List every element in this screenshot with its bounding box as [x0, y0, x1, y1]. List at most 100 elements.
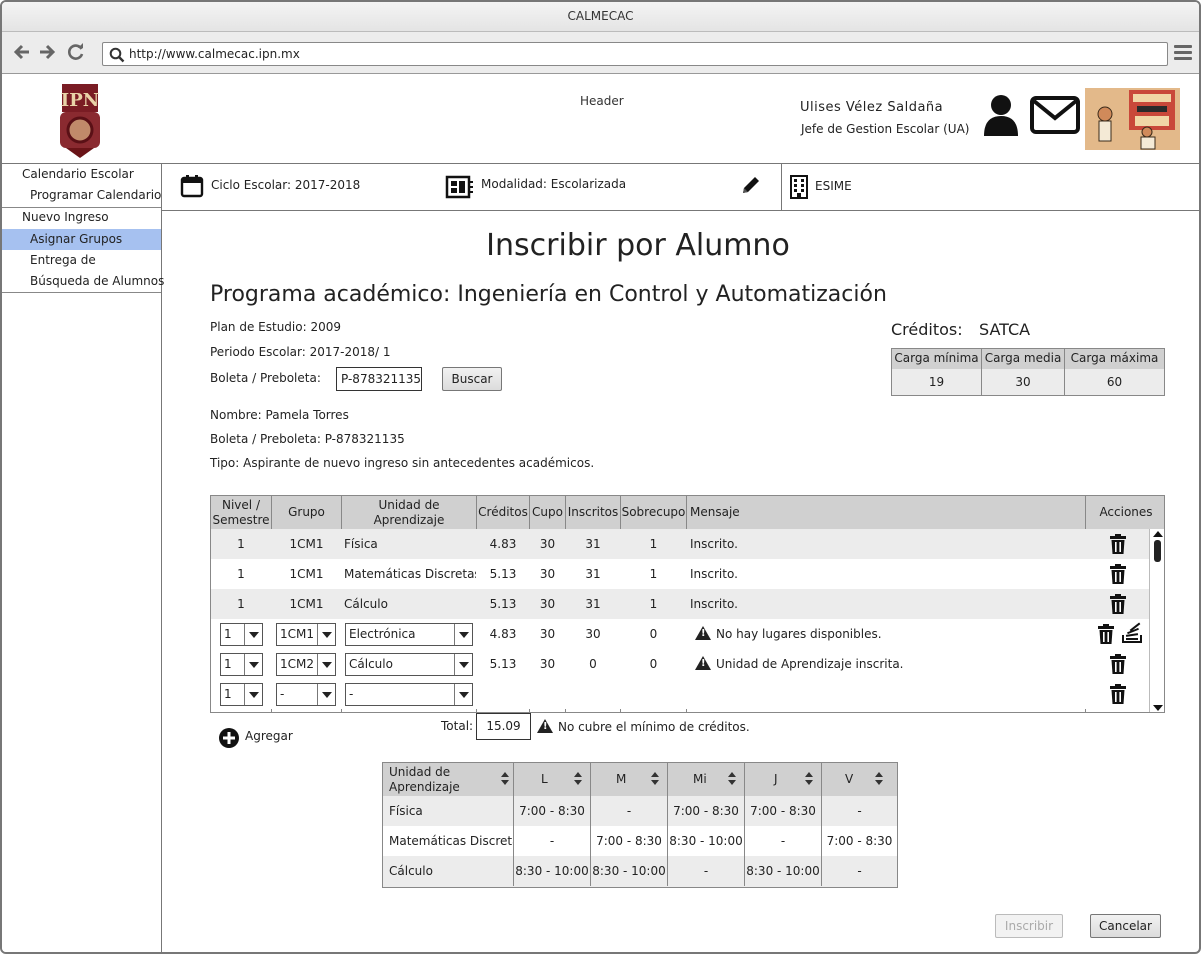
schedule-header-l[interactable]: L: [514, 763, 591, 796]
inscripcion-table: Nivel / Semestre Grupo Unidad de Aprendi…: [210, 495, 1165, 713]
hamburger-menu-icon[interactable]: [1174, 45, 1192, 61]
boleta-input[interactable]: P-878321135: [336, 367, 422, 391]
sort-icon[interactable]: [728, 772, 737, 786]
modalidad: Modalidad: Escolarizada: [481, 177, 627, 191]
trash-icon[interactable]: [1097, 624, 1115, 644]
schedule-row: Cálculo 8:30 - 10:00 8:30 - 10:00 - 8:30…: [383, 856, 897, 887]
scrollbar-thumb[interactable]: [1154, 540, 1161, 562]
mail-icon[interactable]: [1030, 96, 1080, 134]
trash-icon[interactable]: [1109, 654, 1127, 674]
url-bar[interactable]: http://www.calmecac.ipn.mx: [102, 42, 1168, 66]
page-title: Inscribir por Alumno: [486, 228, 790, 263]
scroll-down-arrow-icon[interactable]: [1153, 705, 1163, 711]
schedule-header-j[interactable]: J: [745, 763, 822, 796]
unidad-select[interactable]: Cálculo: [345, 653, 473, 676]
grupo-select[interactable]: -: [276, 683, 336, 706]
column-header-sobrecupo[interactable]: Sobrecupo: [621, 496, 687, 529]
total-warning-text: No cubre el mínimo de créditos.: [558, 720, 750, 734]
calendar-icon: [180, 175, 204, 198]
column-header-nivel[interactable]: Nivel / Semestre: [211, 496, 272, 529]
creditos-sistema: SATCA: [979, 320, 1031, 339]
table-scrollbar[interactable]: [1149, 529, 1164, 712]
add-circle-icon[interactable]: [218, 727, 240, 749]
sort-icon[interactable]: [875, 772, 884, 786]
buscar-button[interactable]: Buscar: [442, 367, 502, 391]
unidad-select[interactable]: Electrónica: [345, 623, 473, 646]
nivel-select[interactable]: 1: [220, 623, 263, 646]
browser-toolbar: http://www.calmecac.ipn.mx: [2, 32, 1199, 74]
header-label: Header: [580, 94, 624, 108]
sidebar-item-calendario-escolar[interactable]: Calendario Escolar: [2, 164, 161, 185]
cell-grupo: 1CM1: [289, 537, 324, 551]
column-header-creditos[interactable]: Créditos: [477, 496, 530, 529]
column-header-inscritos[interactable]: Inscritos: [566, 496, 621, 529]
overflow-stack-icon[interactable]: [1121, 622, 1143, 644]
sort-icon[interactable]: [574, 772, 583, 786]
dashboard-icon: [445, 175, 473, 199]
schedule-header-m[interactable]: M: [591, 763, 668, 796]
periodo-escolar: Periodo Escolar: 2017-2018/ 1: [210, 345, 391, 359]
cell-mensaje: Unidad de Aprendizaje inscrita.: [695, 649, 1080, 679]
grupo-select[interactable]: 1CM1: [276, 623, 336, 646]
carga-maxima-value: 60: [1065, 369, 1164, 395]
schedule-header-mi[interactable]: Mi: [668, 763, 745, 796]
scroll-up-arrow-icon[interactable]: [1153, 531, 1163, 537]
trash-icon[interactable]: [1109, 594, 1127, 614]
column-header-mensaje[interactable]: Mensaje: [687, 496, 1086, 529]
mensaje-text: Unidad de Aprendizaje inscrita.: [716, 657, 904, 671]
schedule-header-unidad-label: Unidad de Aprendizaje: [389, 765, 460, 794]
sidebar-divider: [2, 292, 161, 293]
cell-sobrecupo: 1: [649, 597, 658, 611]
back-arrow-icon[interactable]: [12, 42, 32, 62]
warning-icon: [695, 626, 711, 640]
schedule-header-v[interactable]: V: [822, 763, 897, 796]
chevron-down-icon: [454, 684, 472, 705]
cell-mensaje: Inscrito.: [690, 537, 738, 551]
alumno-nombre: Nombre: Pamela Torres: [210, 408, 349, 422]
column-header-acciones[interactable]: Acciones: [1086, 496, 1164, 529]
user-icon[interactable]: [982, 94, 1020, 136]
cell-cupo: 30: [539, 537, 556, 551]
unidad-select[interactable]: -: [345, 683, 473, 706]
sidebar-item-programar-calendario[interactable]: Programar Calendario: [2, 185, 161, 206]
total-credits-field: 15.09: [476, 713, 531, 740]
reload-icon[interactable]: [66, 42, 86, 62]
sort-icon[interactable]: [501, 772, 510, 786]
browser-window: CALMECAC http://www.calmecac.ipn.mx IPN: [0, 0, 1201, 954]
ciclo-escolar: Ciclo Escolar: 2017-2018: [211, 178, 361, 192]
schedule-cell: 8:30 - 10:00: [745, 856, 822, 886]
grupo-select[interactable]: 1CM2: [276, 653, 336, 676]
forward-arrow-icon[interactable]: [37, 42, 57, 62]
schedule-cell-unidad: Física: [383, 796, 514, 826]
sidebar-item-busqueda-de-alumnos[interactable]: Búsqueda de Alumnos: [2, 271, 164, 292]
pencil-icon[interactable]: [740, 174, 762, 196]
sidebar-item-nuevo-ingreso[interactable]: Nuevo Ingreso: [2, 207, 161, 228]
cell-unidad: Cálculo: [344, 597, 388, 611]
sort-icon[interactable]: [651, 772, 660, 786]
chevron-down-icon: [317, 624, 335, 645]
cell-creditos: 5.13: [489, 597, 517, 611]
column-header-cupo[interactable]: Cupo: [530, 496, 566, 529]
cancelar-button[interactable]: Cancelar: [1090, 914, 1161, 938]
trash-icon[interactable]: [1109, 534, 1127, 554]
schedule-cell: 8:30 - 10:00: [591, 856, 668, 886]
sidebar-item-asignar-grupos[interactable]: Asignar Grupos: [2, 229, 161, 250]
column-header-grupo[interactable]: Grupo: [272, 496, 342, 529]
sort-icon[interactable]: [805, 772, 814, 786]
agregar-button[interactable]: Agregar: [245, 729, 293, 743]
inscribir-button[interactable]: Inscribir: [995, 914, 1063, 938]
column-header-unidad[interactable]: Unidad de Aprendizaje: [342, 496, 477, 529]
creditos-table: Carga mínima Carga media Carga máxima 19…: [891, 348, 1165, 396]
sidebar-item-entrega-de[interactable]: Entrega de: [2, 250, 161, 271]
schedule-header-unidad[interactable]: Unidad de Aprendizaje: [383, 763, 514, 796]
cell-sobrecupo: 1: [649, 567, 658, 581]
table-row: 1 1CM1 Cálculo 5.13 30 31 1 Inscrito.: [211, 589, 1149, 619]
nivel-select[interactable]: 1: [220, 683, 263, 706]
trash-icon[interactable]: [1109, 684, 1127, 704]
user-name: Ulises Vélez Saldaña: [800, 100, 944, 115]
schedule-row: Matemáticas Discretas - 7:00 - 8:30 8:30…: [383, 826, 897, 856]
carga-media-header: Carga media: [982, 349, 1065, 369]
trash-icon[interactable]: [1109, 564, 1127, 584]
nivel-select[interactable]: 1: [220, 653, 263, 676]
cell-cupo: 30: [539, 567, 556, 581]
